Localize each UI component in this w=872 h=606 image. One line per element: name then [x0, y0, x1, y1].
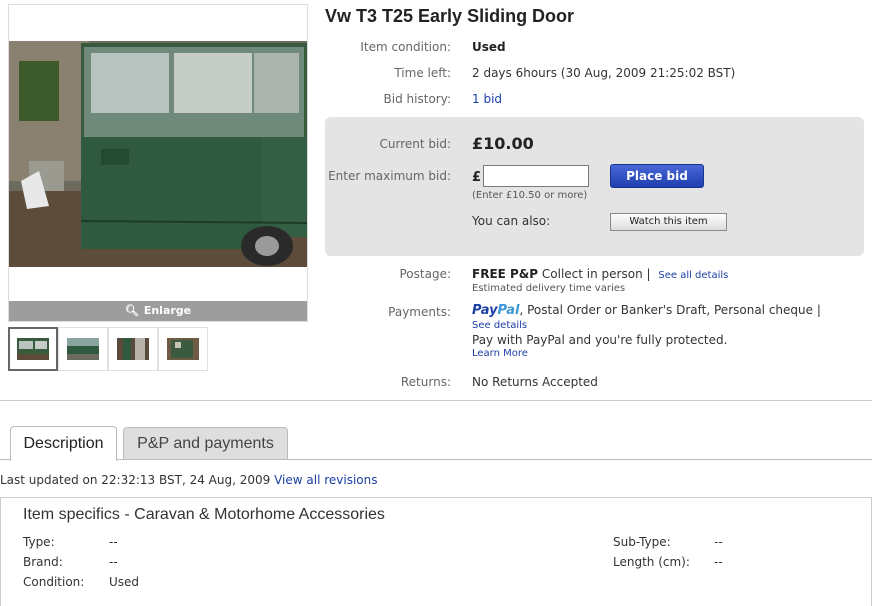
thumbnail-4[interactable] [158, 327, 208, 371]
also-label: You can also: [472, 214, 551, 228]
bid-history-label: Bid history: [383, 92, 451, 106]
subtype-label: Sub-Type: [613, 535, 671, 549]
van-photo[interactable] [9, 41, 307, 267]
type-value: -- [109, 535, 118, 549]
spec-condition-value: Used [109, 575, 140, 589]
currency-symbol: £ [472, 170, 482, 185]
specifics-title: Item specifics - Caravan & Motorhome Acc… [23, 506, 385, 523]
condition-value: Used [472, 40, 506, 54]
magnifier-icon: 🔍︎ [124, 304, 139, 317]
tab-baseline [0, 459, 872, 460]
brand-label: Brand: [23, 555, 63, 569]
bid-history-link[interactable]: 1 bid [472, 92, 502, 106]
length-value: -- [714, 555, 723, 569]
learn-more-link[interactable]: Learn More [472, 348, 528, 359]
place-bid-button[interactable]: Place bid [610, 164, 704, 188]
type-label: Type: [23, 535, 55, 549]
last-updated: Last updated on 22:32:13 BST, 24 Aug, 20… [0, 473, 378, 487]
view-revisions-link[interactable]: View all revisions [274, 473, 377, 487]
time-left-value: 2 days 6hours (30 Aug, 2009 21:25:02 BST… [472, 66, 736, 80]
brand-value: -- [109, 555, 118, 569]
spec-condition-label: Condition: [23, 575, 85, 589]
watch-item-button[interactable]: Watch this item [610, 213, 727, 231]
enlarge-button[interactable]: 🔍︎ Enlarge [9, 301, 307, 321]
returns-label: Returns: [400, 375, 451, 389]
max-bid-input[interactable] [483, 165, 589, 187]
condition-label: Item condition: [360, 40, 451, 54]
current-bid-value: £10.00 [472, 134, 534, 153]
enlarge-label: Enlarge [143, 304, 192, 317]
payments-value: PayPal, Postal Order or Banker's Draft, … [472, 303, 821, 318]
postage-label: Postage: [399, 267, 451, 281]
delivery-note: Estimated delivery time varies [472, 283, 626, 294]
main-image-panel[interactable]: 🔍︎ Enlarge [8, 4, 308, 322]
postage-value: FREE P&P Collect in person | See all det… [472, 267, 728, 281]
tab-description[interactable]: Description [10, 426, 117, 461]
thumbnail-2[interactable] [58, 327, 108, 371]
collect-text: Collect in person | [538, 267, 651, 281]
paypal-logo: PayPal [472, 303, 520, 318]
item-specifics: Item specifics - Caravan & Motorhome Acc… [0, 497, 872, 606]
max-bid-label: Enter maximum bid: [328, 169, 451, 183]
see-all-details-link[interactable]: See all details [658, 270, 728, 281]
section-divider [0, 400, 872, 401]
listing-title: Vw T3 T25 Early Sliding Door [325, 6, 575, 26]
free-pp: FREE P&P [472, 267, 539, 281]
payment-methods: , Postal Order or Banker's Draft, Person… [519, 303, 821, 317]
time-left-label: Time left: [394, 66, 451, 80]
subtype-value: -- [714, 535, 723, 549]
tab-pp-payments[interactable]: P&P and payments [123, 427, 288, 459]
returns-value: No Returns Accepted [472, 375, 598, 389]
thumbnail-strip [8, 327, 208, 371]
bid-hint: (Enter £10.50 or more) [472, 190, 588, 201]
paypal-protection: Pay with PayPal and you're fully protect… [472, 333, 728, 347]
see-details-link[interactable]: See details [472, 320, 527, 331]
current-bid-label: Current bid: [379, 137, 452, 151]
last-updated-text: Last updated on 22:32:13 BST, 24 Aug, 20… [0, 473, 275, 487]
length-label: Length (cm): [613, 555, 690, 569]
thumbnail-1[interactable] [8, 327, 58, 371]
payments-label: Payments: [388, 305, 451, 319]
thumbnail-3[interactable] [108, 327, 158, 371]
